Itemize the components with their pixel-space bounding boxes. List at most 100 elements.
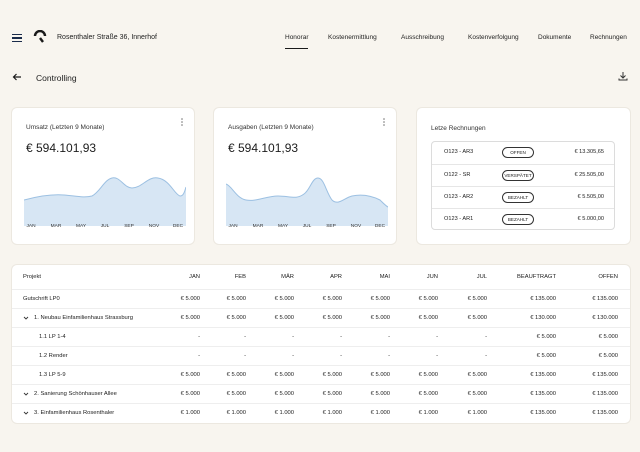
nav-kostenverfolgung[interactable]: Kostenverfolgung	[468, 34, 519, 41]
table-cell: € 5.000	[467, 372, 487, 378]
table-row: Gutschrift LP0 € 5.000 € 5.000 € 5.000 € 5.0…	[12, 289, 630, 308]
nav-honorar[interactable]: Honorar	[285, 34, 309, 50]
month-label: NOV	[148, 224, 160, 229]
table-cell: -	[388, 353, 390, 359]
table-row[interactable]: 1. Neubau Einfamilienhaus Strassburg € 5.…	[12, 308, 630, 327]
table-cell: € 5.000	[370, 315, 390, 321]
table-cell: € 5.000	[226, 391, 246, 397]
table-cell: -	[244, 353, 246, 359]
table-cell: € 5.000	[370, 391, 390, 397]
status-badge: OFFEN	[502, 147, 534, 158]
nav-ausschreibung[interactable]: Ausschreibung	[401, 34, 444, 41]
invoice-row[interactable]: O122 - SR VERSPÄTET € 25.505,00	[432, 164, 614, 186]
table-cell: -	[198, 353, 200, 359]
umsatz-title: Umsatz (Letzten 9 Monate)	[26, 124, 105, 131]
logo-icon	[33, 30, 47, 43]
chevron-down-icon[interactable]	[23, 315, 29, 321]
ausgaben-more-icon[interactable]	[383, 118, 386, 128]
invoice-amount: € 5.000,00	[577, 216, 604, 222]
table-cell: -	[485, 334, 487, 340]
month-label: NOV	[350, 224, 362, 229]
nav-kostenermittlung[interactable]: Kostenermittlung	[328, 34, 377, 41]
project-name: Gutschrift LP0	[23, 296, 60, 302]
table-cell: € 135.000	[592, 296, 618, 302]
month-label: MAY	[277, 224, 289, 229]
table-cell: € 5.000	[418, 372, 438, 378]
column-header-beauftragt: BEAUFTRAGT	[517, 274, 556, 280]
table-cell: € 1.000	[467, 410, 487, 416]
umsatz-area	[24, 177, 186, 226]
project-address: Rosenthaler Straße 36, Innerhof	[57, 34, 158, 41]
month-label: JAN	[228, 224, 238, 229]
download-icon[interactable]	[618, 71, 628, 81]
table-cell: € 5.000	[274, 315, 294, 321]
project-name: 3. Einfamilienhaus Rosenthaler	[34, 410, 115, 416]
table-row[interactable]: 2. Sanierung Schönhauser Allee € 5.000 € 5…	[12, 384, 630, 403]
column-header-jul: JUL	[476, 274, 487, 280]
table-cell: -	[340, 353, 342, 359]
table-cell: € 5.000	[180, 315, 200, 321]
invoice-id: O123 - AR1	[444, 216, 474, 222]
table-cell: € 135.000	[592, 372, 618, 378]
ausgaben-title: Ausgaben (Letzten 9 Monate)	[228, 124, 314, 131]
table-header-row: Projekt JAN FEB MÄR APR MAI JUN JUL BEAU…	[12, 265, 630, 289]
table-cell: € 1.000	[274, 410, 294, 416]
invoice-amount: € 13.305,65	[574, 149, 604, 155]
month-label: MAR	[50, 224, 62, 229]
table-cell: € 5.000	[598, 353, 618, 359]
table-cell: € 1.000	[226, 410, 246, 416]
table-cell: € 5.000	[180, 296, 200, 302]
table-cell: € 1.000	[370, 410, 390, 416]
table-cell: € 135.000	[592, 410, 618, 416]
table-row: 1.1 LP 1-4 - - - - - - - € 5.000 € 5.000	[12, 327, 630, 346]
table-cell: € 5.000	[418, 296, 438, 302]
project-name: 1.2 Render	[39, 353, 68, 359]
month-label: MAY	[75, 224, 87, 229]
table-cell: € 135.000	[530, 372, 556, 378]
table-cell: -	[436, 334, 438, 340]
project-name: 1.1 LP 1-4	[39, 334, 66, 340]
nav-dokumente[interactable]: Dokumente	[538, 34, 571, 41]
table-row[interactable]: 3. Einfamilienhaus Rosenthaler € 1.000 € 1…	[12, 403, 630, 422]
month-label: JUL	[302, 224, 312, 229]
table-cell: € 130.000	[592, 315, 618, 321]
invoice-row[interactable]: O123 - AR3 OFFEN € 13.305,65	[432, 142, 614, 164]
status-badge: BEZAHLT	[502, 214, 534, 225]
ausgaben-month-axis: JAN MAR MAY JUL SEP NOV DEC	[228, 224, 386, 232]
nav-rechnungen[interactable]: Rechnungen	[590, 34, 627, 41]
ausgaben-value: € 594.101,93	[228, 141, 299, 155]
table-cell: -	[388, 334, 390, 340]
umsatz-more-icon[interactable]	[181, 118, 184, 128]
table-cell: € 5.000	[226, 372, 246, 378]
status-badge: BEZAHLT	[502, 192, 534, 203]
ausgaben-sparkline	[226, 177, 388, 226]
projects-table: Projekt JAN FEB MÄR APR MAI JUN JUL BEAU…	[12, 265, 630, 423]
chevron-down-icon[interactable]	[23, 391, 29, 397]
month-label: JAN	[26, 224, 36, 229]
back-arrow-icon[interactable]	[12, 72, 22, 82]
page-title: Controlling	[36, 73, 77, 83]
invoice-amount: € 25.505,00	[574, 172, 604, 178]
umsatz-sparkline	[24, 177, 186, 226]
table-cell: € 5.000	[536, 353, 556, 359]
hamburger-menu-icon[interactable]	[12, 34, 22, 42]
project-name: 2. Sanierung Schönhauser Allee	[34, 391, 117, 397]
invoice-id: O123 - AR3	[444, 149, 474, 155]
invoices-card: Letze Rechnungen O123 - AR3 OFFEN € 13.3…	[417, 108, 630, 244]
umsatz-card: Umsatz (Letzten 9 Monate) € 594.101,93 J…	[12, 108, 194, 244]
table-cell: € 5.000	[322, 315, 342, 321]
month-label: DEC	[374, 224, 386, 229]
invoice-list: O123 - AR3 OFFEN € 13.305,65 O122 - SR V…	[431, 141, 615, 230]
table-cell: € 5.000	[274, 391, 294, 397]
table-cell: € 5.000	[598, 334, 618, 340]
table-cell: € 5.000	[536, 334, 556, 340]
table-cell: € 5.000	[370, 372, 390, 378]
column-header-jun: JUN	[426, 274, 438, 280]
column-header-projekt: Projekt	[23, 274, 42, 280]
invoice-row[interactable]: O123 - AR2 BEZAHLT € 5.505,00	[432, 186, 614, 208]
month-label: MAR	[252, 224, 264, 229]
invoice-row[interactable]: O123 - AR1 BEZAHLT € 5.000,00	[432, 208, 614, 230]
table-cell: € 1.000	[418, 410, 438, 416]
chevron-down-icon[interactable]	[23, 410, 29, 416]
project-name: 1. Neubau Einfamilienhaus Strassburg	[34, 315, 133, 321]
